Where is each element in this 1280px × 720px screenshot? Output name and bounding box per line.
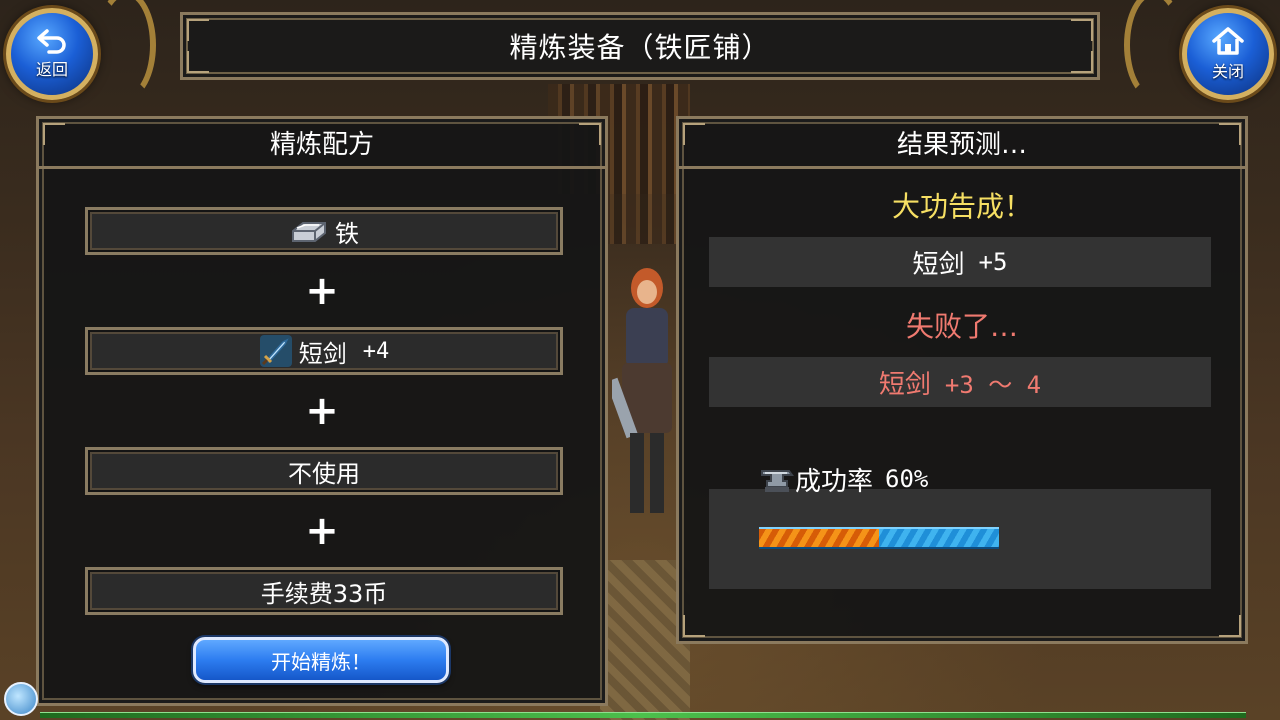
success-rate-fill [759, 529, 879, 547]
fail-result: 短剑 +3 ～ 4 [709, 357, 1211, 407]
option-text: 不使用 [288, 459, 360, 488]
status-icon[interactable] [4, 682, 38, 716]
recipe-header: 精炼配方 [39, 119, 605, 169]
fail-item: 短剑 [878, 369, 931, 400]
fail-range: +3 ～ 4 [944, 370, 1042, 399]
plus-sign: + [305, 268, 339, 314]
success-rate-label: 成功率 [795, 466, 874, 497]
frame-corner [1071, 51, 1093, 73]
fee-slot: 手续费33币 [85, 567, 563, 615]
success-rate-row: 成功率 60% [759, 459, 928, 499]
frame-corner [1219, 123, 1241, 145]
home-icon [1212, 27, 1244, 55]
back-button[interactable]: 返回 [6, 8, 98, 100]
frame-corner [187, 51, 209, 73]
plus-sign: + [305, 388, 339, 434]
equipment-name: 短剑 [298, 339, 347, 368]
frame-corner [1219, 615, 1241, 637]
experience-bar [40, 712, 1246, 718]
player-character [612, 268, 672, 513]
equipment-level: +4 [362, 338, 390, 364]
material-slot[interactable]: 铁 [85, 207, 563, 255]
frame-corner [579, 123, 601, 145]
result-header: 结果预测… [679, 119, 1245, 169]
result-panel: 结果预测… 大功告成！ 短剑 +5 失败了… 短剑 +3 ～ 4 成功率 60% [676, 116, 1248, 644]
success-rate-box [709, 489, 1211, 589]
frame-corner [187, 19, 209, 41]
plus-sign: + [305, 508, 339, 554]
frame-corner [43, 123, 65, 145]
success-level: +5 [978, 248, 1008, 276]
title-bar: 精炼装备（铁匠铺） [180, 12, 1100, 80]
frame-corner [683, 123, 705, 145]
back-arrow-icon [37, 29, 66, 54]
fee-text: 手续费33币 [260, 579, 388, 608]
back-label: 返回 [35, 60, 68, 79]
fail-text: 失败了… [905, 310, 1018, 343]
frame-corner [683, 615, 705, 637]
success-result: 短剑 +5 [709, 237, 1211, 287]
sword-icon [259, 335, 292, 367]
start-refine-button[interactable]: 开始精炼！ [193, 637, 449, 683]
success-item: 短剑 [912, 249, 965, 280]
iron-ingot-icon [292, 222, 326, 242]
recipe-panel: 精炼配方 铁 + 短剑 +4 + 不使用 + 手续费33币 开始精炼！ [36, 116, 608, 706]
material-name: 铁 [335, 219, 359, 248]
page-title: 精炼装备（铁匠铺） [509, 31, 771, 64]
equipment-slot[interactable]: 短剑 +4 [85, 327, 563, 375]
close-button[interactable]: 关闭 [1182, 8, 1274, 100]
close-label: 关闭 [1211, 62, 1244, 81]
success-rate-bar [759, 527, 999, 549]
option-slot[interactable]: 不使用 [85, 447, 563, 495]
success-text: 大功告成！ [891, 190, 1032, 223]
anvil-icon [761, 470, 794, 492]
frame-corner [1071, 19, 1093, 41]
success-rate-value: 60% [885, 465, 929, 493]
